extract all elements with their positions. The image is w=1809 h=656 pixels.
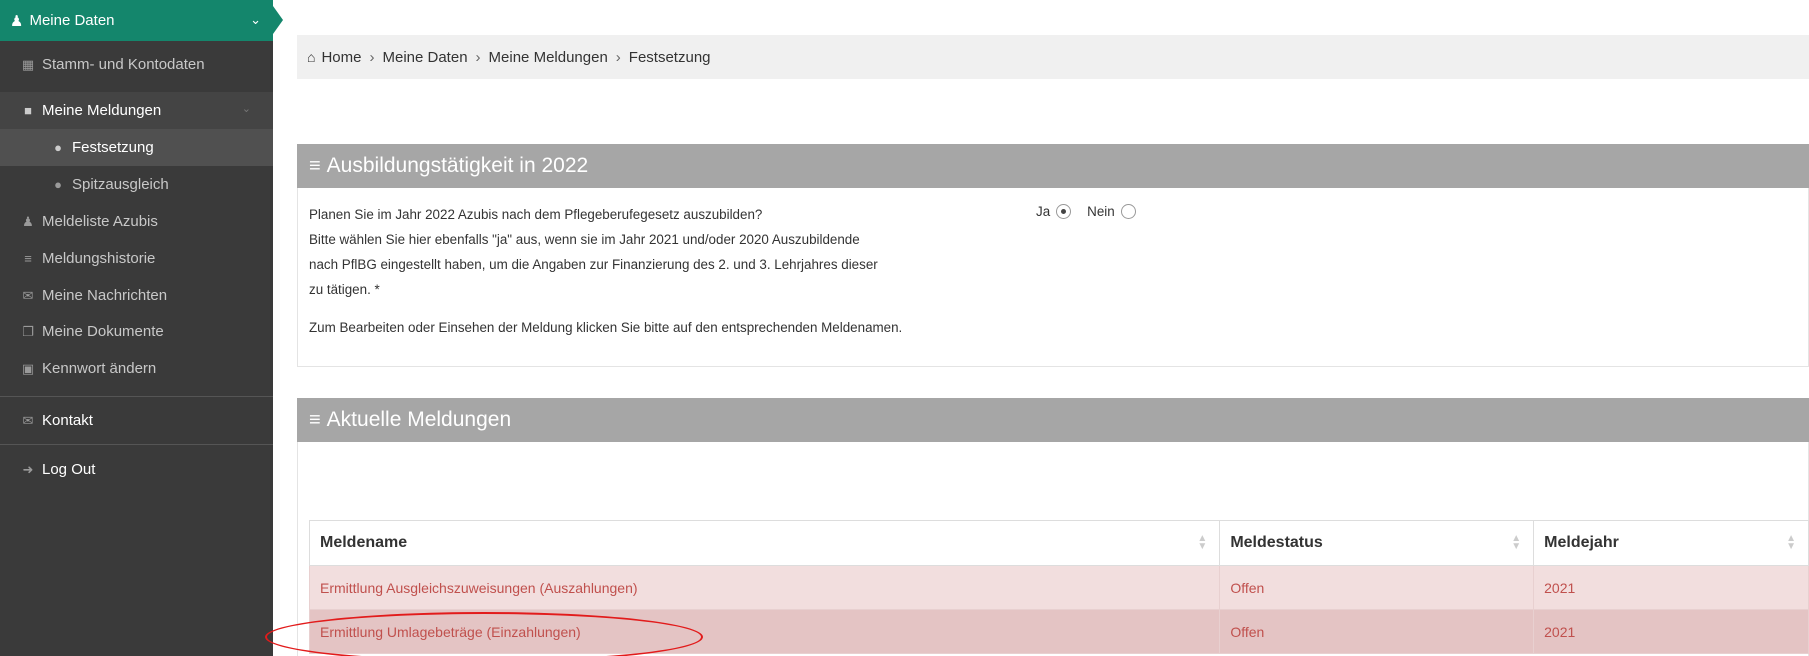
question-text: Planen Sie im Jahr 2022 Azubis nach dem … bbox=[309, 202, 1029, 302]
sidebar-item-label: Meldeliste Azubis bbox=[42, 213, 158, 230]
cell-meldejahr: 2021 bbox=[1533, 565, 1809, 610]
column-header-meldestatus[interactable]: Meldestatus ▲ ▼ bbox=[1219, 520, 1535, 566]
sidebar-item-meine-meldungen[interactable]: ■ Meine Meldungen ⌄ bbox=[0, 92, 273, 129]
sidebar-item-label: Meine Nachrichten bbox=[42, 287, 168, 304]
home-icon[interactable]: ⌂ bbox=[307, 49, 315, 65]
user-icon: ♟ bbox=[10, 12, 24, 30]
table-header-row: Meldename ▲ ▼ Meldestatus ▲ ▼ Meldejahr ▲ ▼ bbox=[308, 520, 1809, 566]
section-title: Aktuelle Meldungen bbox=[326, 408, 512, 431]
question-line: Bitte wählen Sie hier ebenfalls "ja" aus… bbox=[309, 232, 860, 247]
sort-icon: ▲ ▼ bbox=[1786, 533, 1796, 552]
sidebar-item-label: Stamm- und Kontodaten bbox=[42, 56, 205, 73]
highlight-ellipse-annotation bbox=[265, 612, 703, 656]
users-icon: ♟ bbox=[22, 213, 34, 229]
question-line: nach PflBG eingestellt haben, um die Ang… bbox=[309, 257, 878, 272]
sidebar-item-kennwort-aendern[interactable]: ▣ Kennwort ändern bbox=[0, 350, 273, 387]
sidebar-item-spitzausgleich[interactable]: ● Spitzausgleich bbox=[0, 166, 273, 203]
breadcrumb-separator: › bbox=[475, 48, 481, 66]
cell-meldename[interactable]: Ermittlung Ausgleichszuweisungen (Auszah… bbox=[308, 565, 1221, 610]
documents-icon: ❐ bbox=[22, 323, 34, 339]
breadcrumb-home[interactable]: Home bbox=[321, 49, 361, 66]
question-line: zu tätigen. * bbox=[309, 282, 380, 297]
radio-no-label: Nein bbox=[1087, 204, 1115, 219]
section-header-ausbildung: ≡ Ausbildungstätigkeit in 2022 bbox=[297, 144, 1809, 188]
sidebar-item-logout[interactable]: ➜ Log Out bbox=[0, 451, 273, 488]
instruction-note: Zum Bearbeiten oder Einsehen der Meldung… bbox=[309, 320, 903, 335]
radio-yes[interactable] bbox=[1056, 204, 1072, 219]
sidebar-item-label: Kontakt bbox=[42, 412, 93, 429]
breadcrumb-festsetzung: Festsetzung bbox=[628, 48, 711, 66]
sidebar-item-meine-dokumente[interactable]: ❐ Meine Dokumente bbox=[0, 313, 273, 350]
sort-icon: ▲ ▼ bbox=[1197, 533, 1208, 552]
logout-icon: ➜ bbox=[22, 461, 34, 477]
sidebar-item-label: Meldungshistorie bbox=[42, 250, 156, 267]
envelope-icon: ✉ bbox=[22, 287, 34, 303]
breadcrumb-separator: › bbox=[369, 48, 375, 66]
breadcrumb: ⌂ Home › Meine Daten › Meine Meldungen ›… bbox=[297, 35, 1809, 79]
section-header-aktuelle-meldungen: ≡ Aktuelle Meldungen bbox=[297, 398, 1809, 442]
sidebar-item-label: Meine Meldungen bbox=[42, 102, 162, 119]
breadcrumb-separator: › bbox=[615, 48, 621, 66]
radio-no[interactable] bbox=[1120, 204, 1136, 219]
section-body-ausbildung: Planen Sie im Jahr 2022 Azubis nach dem … bbox=[297, 188, 1809, 367]
ausbildung-radio-group: Ja Nein bbox=[1036, 204, 1136, 219]
list-icon: ≡ bbox=[24, 251, 32, 266]
menu-lines-icon: ≡ bbox=[309, 154, 321, 177]
question-line: Planen Sie im Jahr 2022 Azubis nach dem … bbox=[309, 207, 763, 222]
sidebar-item-label: Kennwort ändern bbox=[42, 360, 157, 377]
sort-icon: ▲ ▼ bbox=[1511, 533, 1522, 552]
cell-meldestatus: Offen bbox=[1219, 565, 1535, 610]
sidebar-item-stammdaten[interactable]: ▦ Stamm- und Kontodaten bbox=[0, 46, 273, 83]
cell-meldestatus: Offen bbox=[1219, 609, 1535, 654]
breadcrumb-meine-meldungen[interactable]: Meine Meldungen bbox=[489, 49, 608, 66]
table-row[interactable]: Ermittlung Ausgleichszuweisungen (Auszah… bbox=[308, 565, 1809, 610]
sidebar-header-label: Meine Daten bbox=[29, 12, 115, 29]
column-header-meldename[interactable]: Meldename ▲ ▼ bbox=[308, 520, 1221, 566]
sidebar-item-meldungshistorie[interactable]: ≡ Meldungshistorie bbox=[0, 240, 273, 277]
sidebar-item-festsetzung[interactable]: ● Festsetzung bbox=[0, 129, 273, 166]
section-title: Ausbildungstätigkeit in 2022 bbox=[326, 154, 589, 177]
sidebar-item-kontakt[interactable]: ✉ Kontakt bbox=[0, 402, 273, 439]
folder-icon: ■ bbox=[24, 103, 32, 118]
radio-yes-label: Ja bbox=[1036, 204, 1051, 219]
sidebar-item-label: Log Out bbox=[42, 461, 96, 478]
sidebar: ♟ Meine Daten ⌄ ▦ Stamm- und Kontodaten … bbox=[0, 0, 283, 656]
menu-lines-icon: ≡ bbox=[309, 408, 321, 431]
sidebar-item-meldeliste-azubis[interactable]: ♟ Meldeliste Azubis bbox=[0, 203, 273, 240]
sidebar-divider bbox=[0, 396, 273, 397]
info-icon: ● bbox=[54, 140, 62, 155]
calendar-icon: ▦ bbox=[21, 56, 35, 72]
sidebar-item-label: Meine Dokumente bbox=[42, 323, 164, 340]
sidebar-divider bbox=[0, 444, 273, 445]
cell-meldejahr: 2021 bbox=[1533, 609, 1809, 654]
chevron-down-icon: ⌄ bbox=[241, 103, 251, 115]
chevron-down-icon: ⌄ bbox=[250, 12, 261, 27]
sidebar-header-meine-daten[interactable]: ♟ Meine Daten ⌄ bbox=[0, 0, 283, 41]
sidebar-item-meine-nachrichten[interactable]: ✉ Meine Nachrichten bbox=[0, 277, 273, 314]
lock-icon: ▣ bbox=[21, 360, 35, 376]
sidebar-item-label: Festsetzung bbox=[72, 139, 154, 156]
envelope-outline-icon: ✉ bbox=[22, 412, 34, 428]
breadcrumb-meine-daten[interactable]: Meine Daten bbox=[382, 49, 467, 66]
info-icon: ● bbox=[54, 177, 62, 192]
sidebar-item-label: Spitzausgleich bbox=[72, 176, 169, 193]
column-header-meldejahr[interactable]: Meldejahr ▲ ▼ bbox=[1533, 520, 1809, 566]
